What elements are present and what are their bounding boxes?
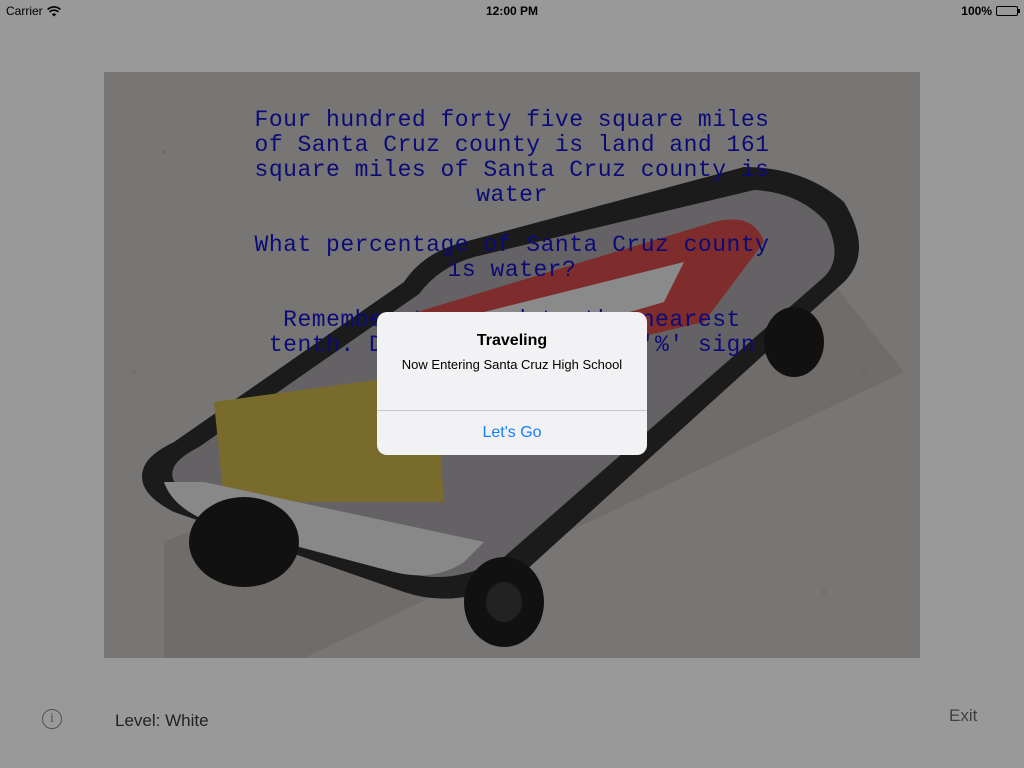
alert-title: Traveling	[476, 332, 548, 349]
lets-go-button[interactable]: Let's Go	[377, 411, 647, 455]
traveling-alert: Traveling Now Entering Santa Cruz High S…	[377, 312, 647, 455]
alert-message: Now Entering Santa Cruz High School	[401, 357, 623, 372]
app-screen: Carrier 12:00 PM 100% Four hundred forty…	[0, 0, 1024, 768]
